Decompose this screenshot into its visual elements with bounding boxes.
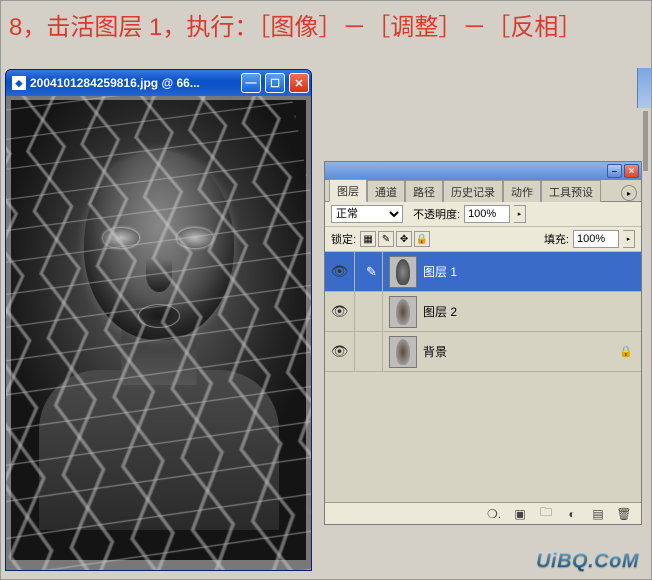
image-window-title: 2004101284259816.jpg @ 66... [30, 76, 237, 90]
image-content [11, 100, 306, 560]
lock-label: 锁定: [331, 231, 356, 247]
layer-thumbnail[interactable] [389, 296, 417, 328]
delete-layer-button[interactable]: 🗑 [615, 506, 633, 522]
mesh-overlay [6, 96, 311, 570]
document-icon: ◆ [12, 76, 26, 90]
layer-row[interactable]: 👁 图层 2 [325, 292, 641, 332]
layers-panel-footer: ❍. ▣ 🗀 ◐ ▤ 🗑 [325, 502, 641, 524]
layer-thumbnail[interactable] [389, 256, 417, 288]
layer-row[interactable]: 👁 背景 🔒 [325, 332, 641, 372]
image-window: ◆ 2004101284259816.jpg @ 66... — ☐ ✕ [5, 69, 312, 571]
fill-label: 填充: [544, 231, 569, 247]
lock-icon: 🔒 [619, 345, 633, 358]
lock-position-icon[interactable]: ✥ [396, 231, 412, 247]
new-set-button[interactable]: 🗀 [537, 506, 555, 522]
opacity-input[interactable] [464, 205, 510, 223]
image-canvas-area[interactable] [6, 96, 311, 570]
panel-minimize-button[interactable]: – [607, 164, 622, 178]
lock-fill-row: 锁定: ▦ ✎ ✥ 🔒 填充: ▸ [325, 227, 641, 252]
tab-layers[interactable]: 图层 [329, 179, 367, 202]
panel-top-controls: – × [325, 162, 641, 180]
opacity-slider-toggle[interactable]: ▸ [514, 205, 526, 223]
adjustment-layer-button[interactable]: ◐ [563, 506, 581, 522]
fill-input[interactable] [573, 230, 619, 248]
new-layer-button[interactable]: ▤ [589, 506, 607, 522]
eye-icon[interactable]: 👁 [331, 303, 349, 320]
lock-transparency-icon[interactable]: ▦ [360, 231, 376, 247]
tab-paths[interactable]: 路径 [405, 180, 443, 202]
layer-name[interactable]: 图层 2 [423, 303, 633, 320]
layer-name[interactable]: 背景 [423, 343, 613, 360]
image-window-titlebar[interactable]: ◆ 2004101284259816.jpg @ 66... — ☐ ✕ [6, 70, 311, 96]
adjacent-shadow [643, 111, 648, 171]
eye-icon[interactable]: 👁 [331, 263, 349, 280]
tab-channels[interactable]: 通道 [367, 180, 405, 202]
blend-mode-select[interactable]: 正常 [331, 205, 403, 223]
tab-history[interactable]: 历史记录 [443, 180, 503, 202]
layer-thumbnail[interactable] [389, 336, 417, 368]
fill-slider-toggle[interactable]: ▸ [623, 230, 635, 248]
panel-tabs: 图层 通道 路径 历史记录 动作 工具预设 ▸ [325, 180, 641, 202]
eye-icon[interactable]: 👁 [331, 343, 349, 360]
instruction-text: 8，击活图层 1，执行：［图像］－［调整］－［反相］ [9, 7, 582, 42]
lock-pixels-icon[interactable]: ✎ [378, 231, 394, 247]
layer-list: 👁 ✎ 图层 1 👁 图层 2 👁 背景 🔒 [325, 252, 641, 502]
watermark: UiBQ.CoM [536, 550, 639, 573]
layer-mask-button[interactable]: ▣ [511, 506, 529, 522]
opacity-label: 不透明度: [413, 206, 460, 222]
brush-icon: ✎ [366, 264, 377, 280]
layer-name[interactable]: 图层 1 [423, 263, 633, 280]
panel-close-button[interactable]: × [624, 164, 639, 178]
blend-opacity-row: 正常 不透明度: ▸ [325, 202, 641, 227]
maximize-button[interactable]: ☐ [265, 73, 285, 93]
lock-all-icon[interactable]: 🔒 [414, 231, 430, 247]
tab-tool-presets[interactable]: 工具预设 [541, 180, 601, 202]
panel-menu-icon[interactable]: ▸ [621, 185, 637, 201]
layers-panel: – × 图层 通道 路径 历史记录 动作 工具预设 ▸ 正常 不透明度: ▸ 锁… [324, 161, 642, 525]
close-button[interactable]: ✕ [289, 73, 309, 93]
tab-actions[interactable]: 动作 [503, 180, 541, 202]
minimize-button[interactable]: — [241, 73, 261, 93]
adjacent-window-edge [637, 68, 651, 108]
layer-style-button[interactable]: ❍. [485, 506, 503, 522]
layer-row[interactable]: 👁 ✎ 图层 1 [325, 252, 641, 292]
